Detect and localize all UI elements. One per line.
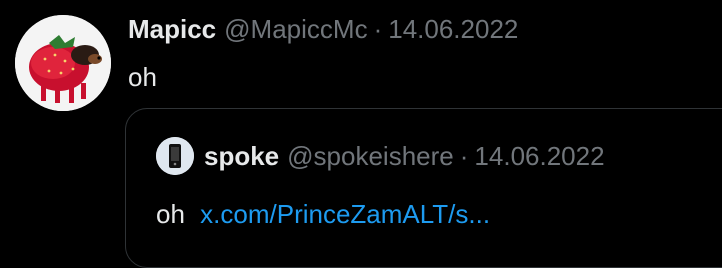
quoted-separator-dot: · xyxy=(459,141,469,171)
separator-dot: · xyxy=(373,14,383,44)
quoted-tweet-header: spoke @spokeishere · 14.06.2022 xyxy=(156,137,605,175)
quoted-tweet-body: oh xyxy=(156,199,185,229)
tweet-date[interactable]: 14.06.2022 xyxy=(388,11,518,47)
author-avatar[interactable] xyxy=(15,15,111,111)
author-handle[interactable]: @MapiccMc xyxy=(224,11,367,47)
strawberry-dog-avatar-icon xyxy=(15,15,111,111)
tweet-text: oh xyxy=(128,62,157,92)
quoted-author-avatar[interactable] xyxy=(156,137,194,175)
quoted-tweet-link[interactable]: x.com/PrinceZamALT/s... xyxy=(200,199,490,229)
quoted-author-name[interactable]: spoke xyxy=(204,139,279,173)
quoted-author-handle[interactable]: @spokeishere xyxy=(287,139,454,173)
phone-avatar-icon xyxy=(156,137,194,175)
author-name[interactable]: Mapicc xyxy=(128,11,216,47)
tweet-header: Mapicc @MapiccMc · 14.06.2022 xyxy=(128,11,518,47)
quoted-tweet-date[interactable]: 14.06.2022 xyxy=(474,139,604,173)
quoted-tweet-text: oh x.com/PrinceZamALT/s... xyxy=(156,197,490,231)
quoted-tweet-card[interactable]: spoke @spokeishere · 14.06.2022 oh x.com… xyxy=(125,108,722,268)
